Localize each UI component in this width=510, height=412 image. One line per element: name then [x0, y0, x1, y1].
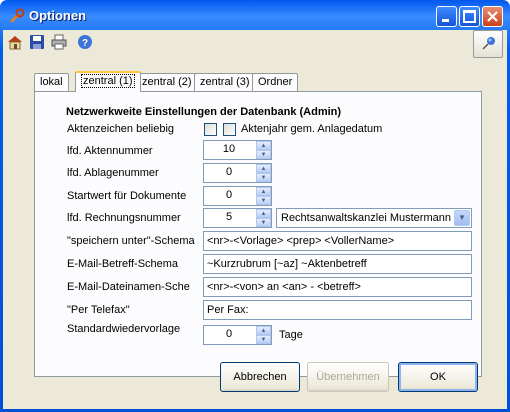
- lfd-ablagenummer-stepper[interactable]: 0 ▲ ▼: [203, 163, 272, 183]
- title-bar: Optionen: [3, 0, 507, 30]
- kanzlei-select[interactable]: Rechtsanwaltskanzlei Mustermann ▼: [276, 208, 472, 228]
- tab-ordner[interactable]: Ordner: [252, 73, 299, 91]
- spin-down-icon[interactable]: ▼: [256, 150, 271, 159]
- save-icon[interactable]: [29, 34, 45, 50]
- aktenjahr-checkbox[interactable]: [223, 123, 236, 136]
- print-icon[interactable]: [51, 34, 67, 50]
- tab-label: Ordner: [258, 76, 293, 88]
- speichern-label: "speichern unter"-Schema: [67, 235, 195, 247]
- email-betreff-label: E-Mail-Betreff-Schema: [67, 258, 179, 270]
- panel-heading: Netzwerkweite Einstellungen der Datenban…: [66, 106, 342, 118]
- tab-zentral-1[interactable]: zentral (1): [75, 71, 141, 92]
- lfd-rechnungsnummer-stepper[interactable]: 5 ▲ ▼: [203, 208, 272, 228]
- spin-down-icon[interactable]: ▼: [256, 335, 271, 344]
- lfd-ablagenummer-value[interactable]: 0: [204, 166, 254, 178]
- speichern-schema-input[interactable]: <nr>-<Vorlage> <prep> <VollerName>: [203, 231, 472, 251]
- help-icon[interactable]: ?: [77, 34, 93, 50]
- tab-panel: Netzwerkweite Einstellungen der Datenban…: [34, 91, 482, 377]
- home-icon[interactable]: [7, 34, 23, 50]
- tab-zentral-3[interactable]: zentral (3): [194, 73, 256, 91]
- toolbar: ?: [3, 30, 507, 58]
- tab-label: lokal: [40, 76, 63, 88]
- standardwiedervorlage-stepper[interactable]: 0 ▲ ▼: [203, 325, 272, 345]
- close-icon: [487, 11, 498, 22]
- email-betreff-input[interactable]: ~Kurzrubrum [~az] ~Aktenbetreff: [203, 254, 472, 274]
- minimize-icon: [442, 19, 449, 22]
- spin-up-icon[interactable]: ▲: [256, 209, 271, 218]
- standardwiedervorlage-label: Standardwiedervorlage: [67, 323, 181, 335]
- lfd-aktennummer-value[interactable]: 10: [204, 143, 254, 155]
- pin-icon: [482, 37, 495, 50]
- telefax-label: "Per Telefax": [67, 304, 130, 316]
- tage-label: Tage: [279, 329, 303, 341]
- spin-up-icon[interactable]: ▲: [256, 326, 271, 335]
- wrench-icon: [10, 8, 25, 23]
- spin-down-icon[interactable]: ▼: [256, 173, 271, 182]
- apply-button[interactable]: Übernehmen: [307, 362, 389, 392]
- tab-label: zentral (3): [200, 76, 250, 88]
- tab-zentral-2[interactable]: zentral (2): [136, 73, 198, 91]
- spin-down-icon[interactable]: ▼: [256, 218, 271, 227]
- lfd-aktennummer-stepper[interactable]: 10 ▲ ▼: [203, 140, 272, 160]
- spin-up-icon[interactable]: ▲: [256, 141, 271, 150]
- aktenzeichen-checkbox[interactable]: [204, 123, 217, 136]
- chevron-down-icon[interactable]: ▼: [454, 210, 470, 226]
- startwert-stepper[interactable]: 0 ▲ ▼: [203, 186, 272, 206]
- lfd-aktennummer-label: lfd. Aktennummer: [67, 145, 153, 157]
- window-title: Optionen: [29, 8, 87, 23]
- tab-label: zentral (2): [142, 76, 192, 88]
- startwert-value[interactable]: 0: [204, 189, 254, 201]
- minimize-button[interactable]: [436, 6, 457, 27]
- svg-text:?: ?: [82, 38, 88, 49]
- standardwiedervorlage-value[interactable]: 0: [204, 328, 254, 340]
- lfd-rechnungsnummer-label: lfd. Rechnungsnummer: [67, 212, 181, 224]
- email-dateinamen-label: E-Mail-Dateinamen-Sche: [67, 281, 190, 293]
- spin-up-icon[interactable]: ▲: [256, 187, 271, 196]
- tab-label: zentral (1): [81, 74, 135, 88]
- window-client: ? lokal zentral (1) zentral (2) zentral …: [3, 30, 507, 409]
- startwert-label: Startwert für Dokumente: [67, 190, 187, 202]
- ok-button[interactable]: OK: [398, 362, 478, 392]
- tab-lokal[interactable]: lokal: [34, 73, 69, 91]
- lfd-ablagenummer-label: lfd. Ablagenummer: [67, 167, 159, 179]
- maximize-icon: [463, 10, 476, 23]
- kanzlei-select-value: Rechtsanwaltskanzlei Mustermann: [281, 212, 451, 224]
- spin-down-icon[interactable]: ▼: [256, 196, 271, 205]
- options-window: Optionen ? lokal zentral (1) zentral (2)…: [0, 0, 510, 412]
- aktenjahr-label: Aktenjahr gem. Anlagedatum: [241, 123, 383, 135]
- cancel-button[interactable]: Abbrechen: [220, 362, 300, 392]
- spin-up-icon[interactable]: ▲: [256, 164, 271, 173]
- lfd-rechnungsnummer-value[interactable]: 5: [204, 211, 254, 223]
- email-dateinamen-input[interactable]: <nr>-<von> an <an> - <betreff>: [203, 277, 472, 297]
- aktenzeichen-label: Aktenzeichen beliebig: [67, 123, 175, 135]
- close-button[interactable]: [482, 6, 503, 27]
- maximize-button[interactable]: [459, 6, 480, 27]
- pin-button[interactable]: [473, 30, 503, 58]
- telefax-input[interactable]: Per Fax:: [203, 300, 472, 320]
